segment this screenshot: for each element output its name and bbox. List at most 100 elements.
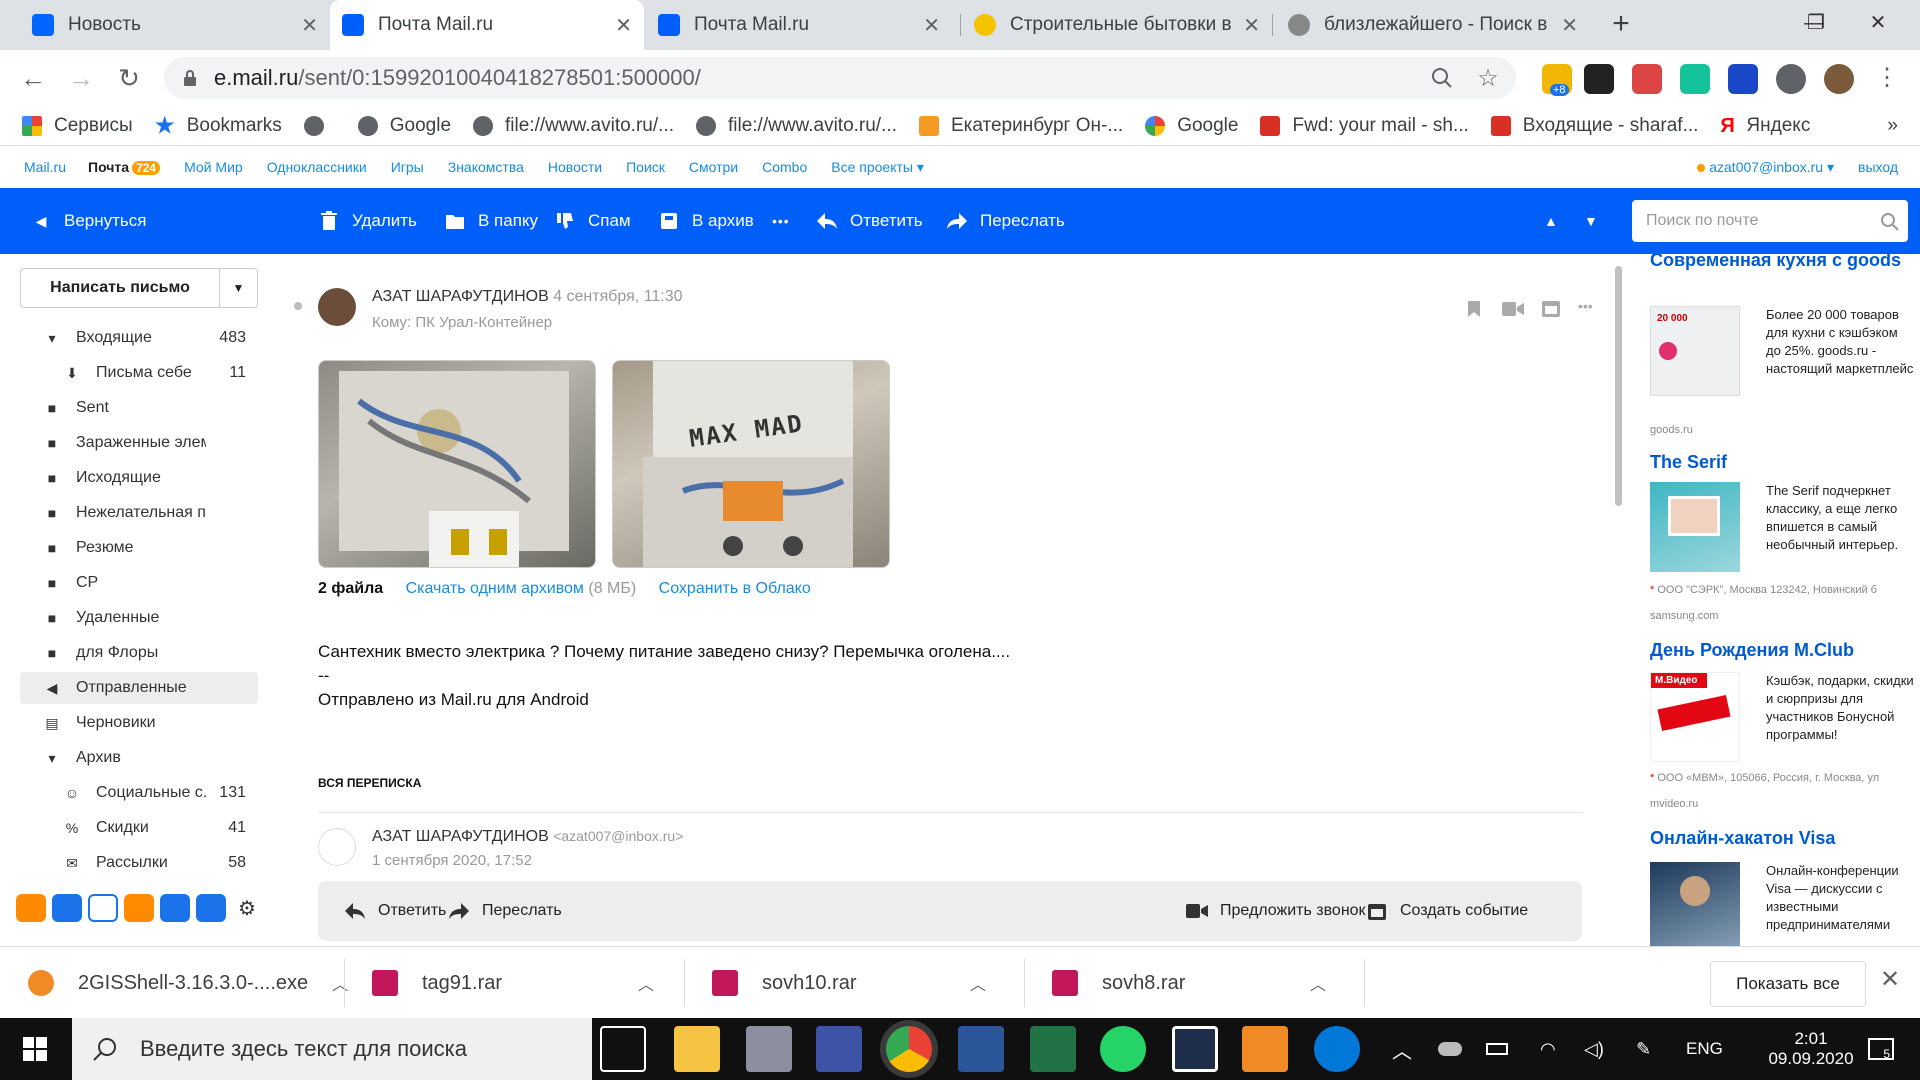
close-icon[interactable]: ✕ (923, 13, 940, 38)
windows-start-button[interactable] (0, 1018, 70, 1080)
sidebar-folder[interactable]: ■ Sent (20, 392, 258, 424)
ad-title[interactable]: Онлайн-хакатон Visa (1650, 826, 1910, 850)
resize-extension-icon[interactable] (1584, 64, 1614, 94)
bookmark-avito-2[interactable]: file://www.avito.ru/... (695, 115, 897, 137)
attachment-photo-2[interactable]: MAX MAD (612, 360, 890, 568)
bookmark-yandex[interactable]: Я Яндекс (1720, 115, 1810, 137)
grammarly-icon[interactable] (1680, 64, 1710, 94)
bookmarks-overflow-icon[interactable]: » (1887, 115, 1898, 137)
delete-button[interactable]: Удалить (318, 188, 417, 254)
forward-arrow-icon[interactable]: → (66, 64, 96, 94)
tab-search[interactable]: близлежайшего - Поиск в ✕ (1276, 0, 1590, 50)
portal-link-search[interactable]: Поиск (626, 159, 665, 175)
portal-link-mail[interactable]: Почта 724 (88, 159, 161, 175)
contacts-app-icon[interactable] (52, 894, 82, 922)
tab-construction[interactable]: Строительные бытовки в Е ✕ (962, 0, 1272, 50)
omnibox[interactable]: e.mail.ru/sent/0:15992010040418278501:50… (164, 57, 1516, 99)
portal-link-myworld[interactable]: Мой Мир (184, 159, 243, 175)
bookmark-ekb[interactable]: Екатеринбург Он-... (918, 115, 1123, 137)
bookmark-flag-icon[interactable] (1466, 300, 1482, 318)
battery-icon[interactable] (1486, 1018, 1508, 1080)
tab-news[interactable]: Новость ✕ (20, 0, 330, 50)
cloud-app-icon[interactable] (16, 894, 46, 922)
bookmark-bookmarks[interactable]: Bookmarks (155, 115, 282, 137)
notification-center-icon[interactable]: 5 (1868, 1018, 1894, 1080)
tab-mail[interactable]: Почта Mail.ru ✕ (646, 0, 952, 50)
sidebar-folder[interactable]: ■ Резюме (20, 532, 258, 564)
tab-mail-active[interactable]: Почта Mail.ru ✕ (330, 0, 644, 50)
back-button[interactable]: ◀ Вернуться (30, 188, 147, 254)
bookmark-globe[interactable] (303, 115, 336, 136)
language-indicator[interactable]: ENG (1686, 1018, 1723, 1080)
spam-button[interactable]: Спам (554, 188, 631, 254)
chevron-up-icon[interactable]: ︿ (1310, 971, 1326, 995)
portal-link-dating[interactable]: Знакомства (448, 159, 524, 175)
bookmark-avito-1[interactable]: file://www.avito.ru/... (473, 115, 674, 137)
download-item[interactable]: tag91.rar ︿ (372, 947, 654, 1019)
thread-sender[interactable]: АЗАТ ШАРАФУТДИНОВ <azat007@inbox.ru> (372, 828, 683, 846)
reload-icon[interactable]: ↻ (114, 64, 144, 94)
more-actions-button[interactable]: ••• (772, 188, 790, 254)
create-event-button[interactable]: Создать событие (1366, 881, 1528, 941)
tray-chevron-up-icon[interactable]: ︿ (1392, 1018, 1412, 1080)
sidebar-folder[interactable]: ■ СР (20, 567, 258, 599)
portal-link-ok[interactable]: Одноклассники (267, 159, 367, 175)
task-view-icon[interactable] (600, 1026, 646, 1072)
close-icon[interactable]: ✕ (301, 13, 318, 38)
sidebar-folder[interactable]: ⬇ Письма себе 11 (20, 357, 258, 389)
games-app-icon[interactable] (124, 894, 154, 922)
puzzle-icon[interactable] (1776, 64, 1806, 94)
floppy-app-icon[interactable] (816, 1026, 862, 1072)
sidebar-folder[interactable]: ▾ Входящие 483 (20, 322, 258, 354)
show-all-downloads-button[interactable]: Показать все (1710, 961, 1866, 1007)
back-arrow-icon[interactable]: ← (18, 64, 48, 94)
sidebar-folder[interactable]: ■ Исходящие (20, 462, 258, 494)
mail-search-input[interactable]: Поиск по почте (1632, 200, 1908, 242)
close-icon[interactable]: ✕ (615, 13, 632, 38)
restore-button[interactable]: ❐ (1796, 6, 1836, 40)
suggest-call-button[interactable]: Предложить звонок (1186, 881, 1366, 941)
portal-link-watch[interactable]: Смотри (689, 159, 738, 175)
forward-button[interactable]: Переслать (946, 188, 1065, 254)
pen-icon[interactable]: ✎ (1636, 1018, 1651, 1080)
clock[interactable]: 2:01 09.09.2020 (1766, 1018, 1856, 1080)
profile-avatar[interactable] (1824, 64, 1854, 94)
wifi-icon[interactable]: ◠ (1540, 1018, 1556, 1080)
chevron-up-icon[interactable]: ︿ (638, 971, 654, 995)
message-sender[interactable]: АЗАТ ШАРАФУТДИНОВ 4 сентября, 11:30 (372, 288, 683, 306)
portal-link-news[interactable]: Новости (548, 159, 602, 175)
sidebar-folder[interactable]: ■ для Флоры (20, 637, 258, 669)
logout-link[interactable]: выход (1858, 159, 1898, 175)
save-to-cloud-link[interactable]: Сохранить в Облако (659, 580, 811, 597)
avatar-extension-icon[interactable] (1632, 64, 1662, 94)
sidebar-folder[interactable]: ■ Нежелательная почта (20, 497, 258, 529)
word-icon[interactable] (958, 1026, 1004, 1072)
bookmark-google[interactable]: Google (357, 115, 451, 137)
sidebar-folder[interactable]: ▾ Архив (20, 742, 258, 774)
app-t-icon[interactable] (1172, 1026, 1218, 1072)
chevron-up-icon[interactable]: ︿ (970, 971, 986, 995)
ad-image[interactable]: М.Видео (1650, 672, 1740, 762)
chevron-up-icon[interactable]: ︿ (332, 971, 348, 995)
sidebar-folder[interactable]: ■ Удаленные (20, 602, 258, 634)
menu-kebab-icon[interactable]: ⋮ (1872, 64, 1902, 94)
sidebar-folder[interactable]: ✉ Рассылки 58 (20, 847, 258, 879)
archive-button[interactable]: В архив (658, 188, 754, 254)
ad-source[interactable]: samsung.com (1650, 610, 1718, 622)
bookmark-services[interactable]: Сервисы (22, 115, 133, 137)
edge-icon[interactable] (1314, 1026, 1360, 1072)
ad-title[interactable]: Современная кухня с goods (1650, 254, 1910, 272)
sidebar-folder[interactable]: ☺ Социальные с... 131 (20, 777, 258, 809)
calendar-icon[interactable] (1542, 298, 1560, 318)
2gis-icon[interactable] (1242, 1026, 1288, 1072)
chrome-icon[interactable] (886, 1026, 932, 1072)
bookmark-gmail-fwd[interactable]: Fwd: your mail - sh... (1260, 115, 1469, 137)
ad-image[interactable] (1650, 482, 1740, 572)
read-dot-icon[interactable] (294, 302, 302, 310)
taskbar-search-input[interactable]: Введите здесь текст для поиска (72, 1018, 592, 1080)
tasks-app-icon[interactable] (196, 894, 226, 922)
bookmark-gmail-inbox[interactable]: Входящие - sharaf... (1490, 115, 1698, 137)
user-email-menu[interactable]: azat007@inbox.ru ▾ (1697, 159, 1834, 176)
file-explorer-icon[interactable] (674, 1026, 720, 1072)
portal-link-combo[interactable]: Combo (762, 159, 807, 175)
